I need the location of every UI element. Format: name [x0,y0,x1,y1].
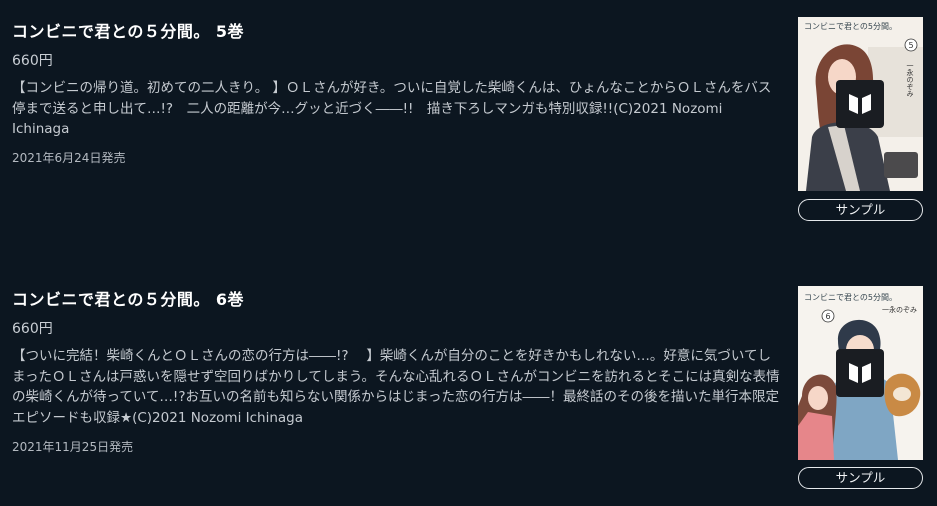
cover-author-text: 一永のぞみ [882,305,917,314]
volume-description: 【ついに完結！柴崎くんとＯＬさんの恋の行方は――!? 】柴崎くんが自分のことを好… [12,348,780,426]
volume-price: 660円 [12,321,53,337]
cover-volume-number: 5 [908,41,913,50]
volume-item: コンビニで君との５分間。 5巻 660円 【コンビニの帰り道。初めての二人きり。… [0,0,937,268]
volume-title[interactable]: コンビニで君との５分間。 5巻 [12,18,244,42]
cover-image[interactable]: コンビニで君との5分間。 一永のぞみ 6 [798,286,923,460]
cover-author-text: 一永のぞみ [906,62,914,97]
cover-title-text: コンビニで君との5分間。 [804,293,897,302]
volume-item: コンビニで君との５分間。 6巻 660円 【ついに完結！柴崎くんとＯＬさんの恋の… [0,268,937,506]
volume-description: 【コンビニの帰り道。初めての二人きり。 】ＯＬさんが好き。ついに自覚した柴崎くん… [12,80,772,137]
sample-button[interactable]: サンプル [798,467,923,489]
volume-list: コンビニで君との５分間。 5巻 660円 【コンビニの帰り道。初めての二人きり。… [0,0,937,506]
volume-price: 660円 [12,53,53,69]
cover-image[interactable]: コンビニで君との5分間。 5 一永のぞみ [798,17,923,191]
cover-volume-number: 6 [825,312,830,321]
volume-title[interactable]: コンビニで君との５分間。 6巻 [12,286,244,310]
release-date: 2021年6月24日発売 [12,151,126,165]
sample-button[interactable]: サンプル [798,199,923,221]
book-open-icon[interactable] [836,349,884,397]
release-date: 2021年11月25日発売 [12,440,134,454]
cover-title-text: コンビニで君との5分間。 [804,22,897,31]
book-open-icon[interactable] [836,80,884,128]
